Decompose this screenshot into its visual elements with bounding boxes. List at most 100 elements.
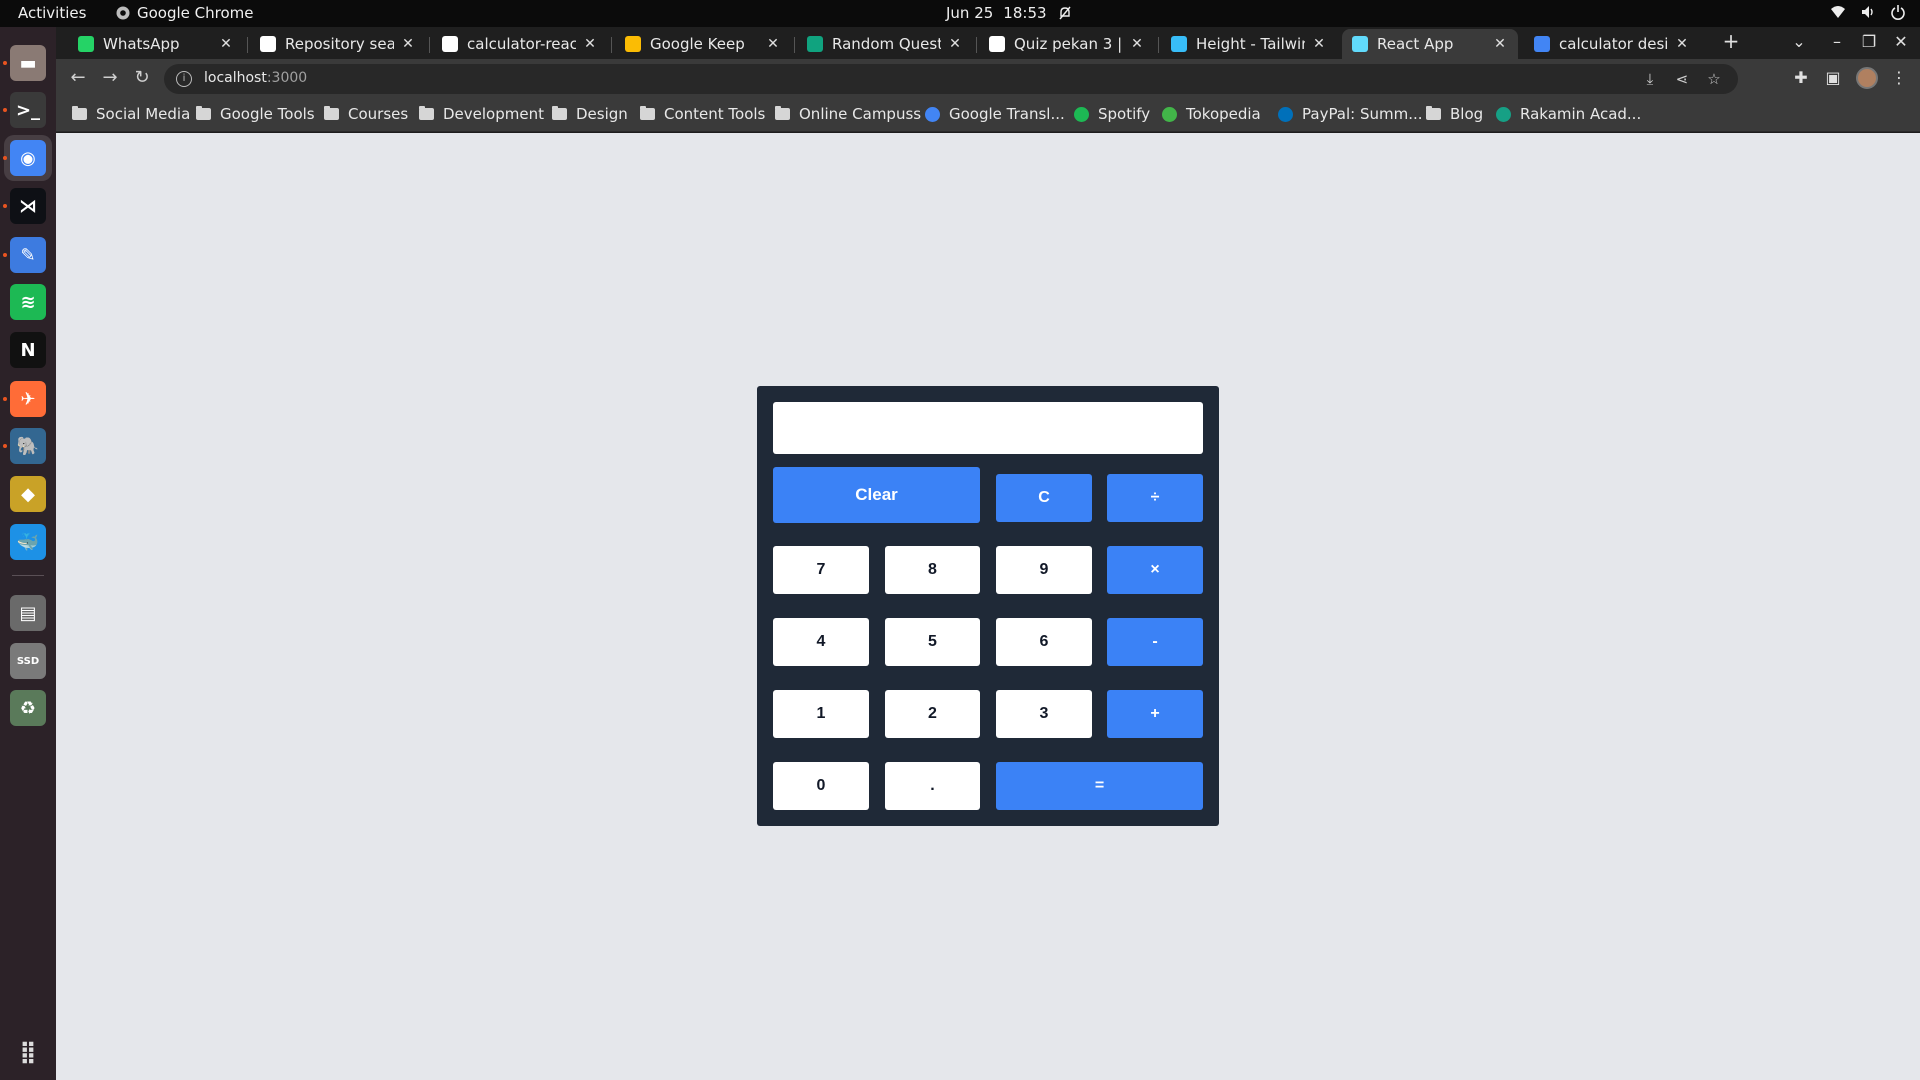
show-apps-grid-icon[interactable]: ⣿	[10, 1034, 46, 1070]
tab-close-icon[interactable]: ✕	[1311, 36, 1327, 52]
url-text: localhost:3000	[204, 70, 307, 86]
bookmark-online-campuss[interactable]: Online Campuss	[775, 105, 921, 123]
tab-quiz-pekan-3-sa[interactable]: Quiz pekan 3 | Sa ✕	[979, 29, 1155, 59]
equals-button[interactable]: =	[996, 762, 1203, 810]
tab-separator	[247, 37, 248, 53]
divide-button[interactable]: ÷	[1107, 474, 1203, 522]
vscode-icon[interactable]: ⋊	[10, 188, 46, 224]
clock[interactable]: Jun 25 18:53	[946, 4, 1073, 22]
bookmark-label: Online Campuss	[799, 105, 922, 123]
site-favicon-icon	[1278, 106, 1293, 122]
digit-0-button[interactable]: 0	[773, 762, 869, 810]
bookmark-spotify[interactable]: Spotify	[1074, 105, 1150, 123]
digit-4-button[interactable]: 4	[773, 618, 869, 666]
dbeaver-icon[interactable]: ◆	[10, 476, 46, 512]
spotify-icon[interactable]: ≋	[10, 284, 46, 320]
tab-repository-search[interactable]: Repository search ✕	[250, 29, 426, 59]
tab-close-icon[interactable]: ✕	[400, 36, 416, 52]
address-bar[interactable]: i localhost:3000 ⤓ ⋖ ☆	[164, 64, 1738, 94]
c-button[interactable]: C	[996, 474, 1092, 522]
trash-icon[interactable]: ♻	[10, 690, 46, 726]
digit-7-button[interactable]: 7	[773, 546, 869, 594]
tab-close-icon[interactable]: ✕	[1492, 36, 1508, 52]
share-icon[interactable]: ⋖	[1672, 70, 1692, 88]
site-info-icon[interactable]: i	[176, 71, 192, 87]
running-indicator	[3, 204, 7, 208]
extensions-puzzle-icon[interactable]: ✚	[1790, 68, 1812, 87]
tab-calculator-design[interactable]: calculator design ✕	[1524, 29, 1700, 59]
notion-icon[interactable]: N	[10, 332, 46, 368]
bookmark-label: Social Media	[96, 105, 191, 123]
clear-button[interactable]: Clear	[773, 467, 980, 523]
activities-button[interactable]: Activities	[18, 4, 86, 22]
menu-kebab-icon[interactable]: ⋮	[1888, 68, 1910, 87]
bookmark-rakamin-acad[interactable]: Rakamin Acad...	[1496, 105, 1641, 123]
tab-close-icon[interactable]: ✕	[947, 36, 963, 52]
calculator-display[interactable]	[773, 402, 1203, 454]
bookmark-paypal-summ[interactable]: PayPal: Summ...	[1278, 105, 1423, 123]
bookmark-blog[interactable]: Blog	[1426, 105, 1483, 123]
digit-9-button[interactable]: 9	[996, 546, 1092, 594]
minimize-window-icon[interactable]: –	[1826, 32, 1848, 51]
bookmark-social-media[interactable]: Social Media	[72, 105, 190, 123]
bookmark-google-tools[interactable]: Google Tools	[196, 105, 315, 123]
digit-1-button[interactable]: 1	[773, 690, 869, 738]
files-icon[interactable]: ▬	[10, 45, 46, 81]
forward-arrow-icon[interactable]: →	[98, 67, 122, 88]
tab-close-icon[interactable]: ✕	[1129, 36, 1145, 52]
tab-search-chevron-icon[interactable]: ⌄	[1788, 32, 1810, 51]
tab-strip: WhatsApp✕Repository search✕calculator-re…	[56, 27, 1920, 59]
side-panel-icon[interactable]: ▣	[1822, 68, 1844, 87]
digit-6-button[interactable]: 6	[996, 618, 1092, 666]
digit-2-button[interactable]: 2	[885, 690, 980, 738]
tab-close-icon[interactable]: ✕	[765, 36, 781, 52]
postman-icon[interactable]: ✈	[10, 381, 46, 417]
digit-8-button[interactable]: 8	[885, 546, 980, 594]
bookmark-tokopedia[interactable]: Tokopedia	[1162, 105, 1261, 123]
bookmark-content-tools[interactable]: Content Tools	[640, 105, 765, 123]
restore-window-icon[interactable]: ❐	[1858, 32, 1880, 51]
digit-3-button[interactable]: 3	[996, 690, 1092, 738]
ssd-icon[interactable]: SSD	[10, 643, 46, 679]
profile-avatar[interactable]	[1856, 67, 1878, 89]
tab-random-questio[interactable]: Random Questio ✕	[797, 29, 973, 59]
tab-close-icon[interactable]: ✕	[218, 36, 234, 52]
bookmark-star-icon[interactable]: ☆	[1704, 70, 1724, 88]
postgres-icon[interactable]: 🐘	[10, 428, 46, 464]
multiply-button[interactable]: ×	[1107, 546, 1203, 594]
tab-whatsapp[interactable]: WhatsApp ✕	[68, 29, 244, 59]
running-indicator	[3, 397, 7, 401]
app-menu[interactable]: Google Chrome	[116, 4, 254, 22]
reload-icon[interactable]: ↻	[130, 67, 154, 88]
folder-icon	[640, 106, 655, 120]
system-tray[interactable]	[1830, 4, 1906, 20]
bookmark-courses[interactable]: Courses	[324, 105, 408, 123]
terminal-icon[interactable]: >_	[10, 92, 46, 128]
bookmark-design[interactable]: Design	[552, 105, 628, 123]
install-app-icon[interactable]: ⤓	[1640, 70, 1660, 88]
bookmark-google-transl[interactable]: Google Transl...	[925, 105, 1065, 123]
plus-button[interactable]: +	[1107, 690, 1203, 738]
tab-title: calculator design	[1559, 35, 1668, 53]
chrome-icon[interactable]: ◉	[10, 140, 46, 176]
close-window-icon[interactable]: ✕	[1890, 32, 1912, 51]
text-editor-icon[interactable]: ✎	[10, 237, 46, 273]
tab-calculator-react-a[interactable]: calculator-react-a ✕	[432, 29, 608, 59]
tab-close-icon[interactable]: ✕	[582, 36, 598, 52]
tab-google-keep[interactable]: Google Keep ✕	[615, 29, 791, 59]
dock-separator	[12, 575, 44, 576]
decimal-point-button[interactable]: .	[885, 762, 980, 810]
bookmark-label: Courses	[348, 105, 409, 123]
minus-button[interactable]: -	[1107, 618, 1203, 666]
new-tab-plus-icon[interactable]: +	[1720, 29, 1742, 53]
tab-title: Random Questio	[832, 35, 941, 53]
digit-5-button[interactable]: 5	[885, 618, 980, 666]
tab-height-tailwind[interactable]: Height - Tailwind ✕	[1161, 29, 1337, 59]
tab-separator	[611, 37, 612, 53]
bookmark-development[interactable]: Development	[419, 105, 544, 123]
tab-react-app[interactable]: React App ✕	[1342, 29, 1518, 59]
tab-close-icon[interactable]: ✕	[1674, 36, 1690, 52]
back-arrow-icon[interactable]: ←	[66, 67, 90, 88]
docker-icon[interactable]: 🐳	[10, 524, 46, 560]
disk-icon[interactable]: ▤	[10, 595, 46, 631]
